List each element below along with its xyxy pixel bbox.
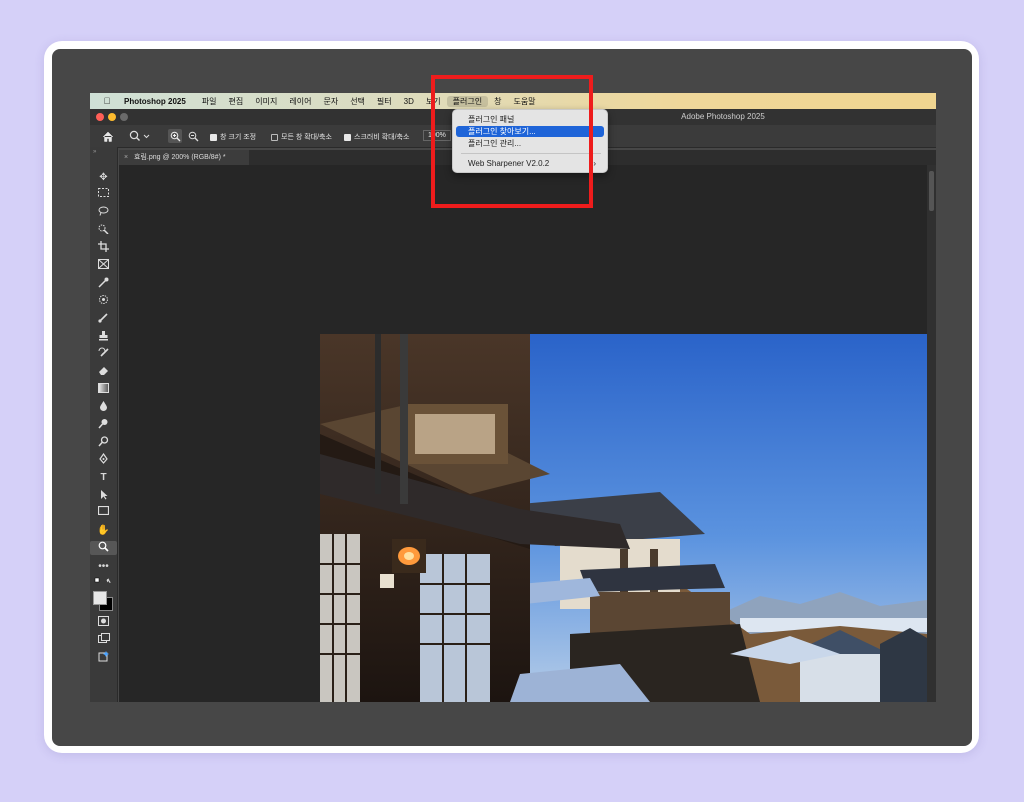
pen-tool-icon[interactable] xyxy=(90,452,117,467)
menu-file[interactable]: 파일 xyxy=(196,96,223,107)
zoom-all-windows-label: 모든 창 확대/축소 xyxy=(281,134,332,141)
zoom-tool-preset-icon[interactable] xyxy=(128,129,152,143)
history-brush-tool-icon[interactable] xyxy=(90,347,117,361)
zoom-tool-icon[interactable] xyxy=(90,541,117,555)
menu-layer[interactable]: 레이어 xyxy=(283,96,317,107)
menu-edit[interactable]: 편집 xyxy=(223,96,250,107)
menu-filter[interactable]: 필터 xyxy=(371,96,398,107)
collapse-panel-icon[interactable]: » xyxy=(90,148,120,156)
zoom-out-icon[interactable] xyxy=(186,129,200,143)
zoom-all-windows-checkbox[interactable] xyxy=(271,133,278,141)
scrubby-zoom-label: 스크러비 확대/축소 xyxy=(354,134,410,141)
dodge-tool-icon[interactable] xyxy=(90,418,117,432)
tools-panel: » ✥ T ✋ ••• xyxy=(90,147,118,702)
quick-selection-tool-icon[interactable] xyxy=(90,224,117,238)
home-icon[interactable] xyxy=(100,129,116,143)
app-name-menu[interactable]: Photoshop 2025 xyxy=(124,97,186,106)
village-photo xyxy=(320,334,927,702)
path-selection-tool-icon[interactable] xyxy=(90,489,117,503)
scrollbar-thumb[interactable] xyxy=(929,171,934,211)
menu-3d[interactable]: 3D xyxy=(398,97,420,106)
rectangle-tool-icon[interactable] xyxy=(90,505,117,520)
clone-stamp-tool-icon[interactable] xyxy=(90,330,117,344)
edit-toolbar-icon[interactable]: ••• xyxy=(90,560,117,574)
foreground-color-swatch[interactable] xyxy=(93,591,107,605)
brush-tool-icon[interactable] xyxy=(90,312,117,326)
vertical-scrollbar[interactable] xyxy=(927,165,936,702)
generative-fill-icon[interactable] xyxy=(90,651,117,665)
apple-icon[interactable]:  xyxy=(90,96,124,106)
quick-mask-icon[interactable] xyxy=(90,616,117,630)
zoom-in-icon[interactable] xyxy=(168,129,182,143)
close-tab-icon[interactable]: × xyxy=(124,150,128,165)
zoom-all-windows-option[interactable]: 모든 창 확대/축소 xyxy=(271,132,332,142)
default-colors-icon[interactable] xyxy=(90,577,117,591)
sponge-tool-icon[interactable] xyxy=(90,436,117,450)
eyedropper-tool-icon[interactable] xyxy=(90,277,117,291)
type-tool-icon[interactable]: T xyxy=(90,471,117,485)
marquee-tool-icon[interactable] xyxy=(90,188,117,202)
scrubby-zoom-checkbox[interactable] xyxy=(344,133,351,141)
menu-image[interactable]: 이미지 xyxy=(249,96,283,107)
screen-mode-icon[interactable] xyxy=(90,633,117,647)
hand-tool-icon[interactable]: ✋ xyxy=(90,524,117,538)
resize-windows-label: 창 크기 조정 xyxy=(220,134,257,141)
submenu-arrow-icon: › xyxy=(593,159,596,168)
document-image xyxy=(320,334,927,702)
frame-tool-icon[interactable] xyxy=(90,259,117,273)
menu-type[interactable]: 문자 xyxy=(317,96,344,107)
eraser-tool-icon[interactable] xyxy=(90,365,117,379)
gradient-tool-icon[interactable] xyxy=(90,383,117,397)
document-tab-label: 효림.png @ 200% (RGB/8#) * xyxy=(134,154,226,161)
crop-tool-icon[interactable] xyxy=(90,241,117,255)
move-tool-icon[interactable]: ✥ xyxy=(90,171,117,185)
healing-brush-tool-icon[interactable] xyxy=(90,294,117,308)
blur-tool-icon[interactable] xyxy=(90,400,117,414)
document-tab[interactable]: × 효림.png @ 200% (RGB/8#) * xyxy=(119,150,249,165)
resize-windows-option[interactable]: 창 크기 조정 xyxy=(210,132,256,142)
resize-windows-checkbox[interactable] xyxy=(210,133,217,141)
lasso-tool-icon[interactable] xyxy=(90,206,117,220)
menu-select[interactable]: 선택 xyxy=(344,96,371,107)
scrubby-zoom-option[interactable]: 스크러비 확대/축소 xyxy=(344,132,409,142)
highlight-annotation-box xyxy=(431,75,593,208)
